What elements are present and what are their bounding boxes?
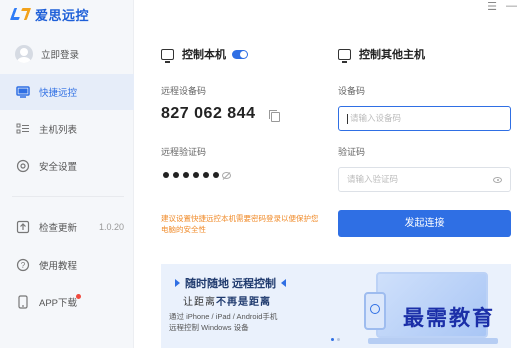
eye-slash-icon[interactable] — [222, 172, 231, 179]
sidebar-item-security[interactable]: 安全设置 — [0, 148, 134, 184]
avatar — [15, 45, 33, 63]
login-button[interactable]: 立即登录 — [0, 36, 134, 72]
sidebar-item-label: 使用教程 — [39, 261, 78, 272]
monitor-icon — [161, 48, 174, 63]
eye-icon[interactable] — [493, 177, 502, 183]
monitor-icon — [338, 48, 351, 63]
carousel-dots[interactable] — [331, 338, 340, 341]
list-icon — [15, 121, 31, 137]
remote-title: 控制其他主机 — [359, 49, 425, 61]
notification-dot — [76, 294, 81, 299]
sidebar: 爱思远控 立即登录 快捷远控 主机列表 安全设置 检查更新 1.0.20 ? 使… — [0, 0, 134, 348]
banner-title: 随时随地 远程控制 — [175, 275, 287, 291]
sidebar-item-label: 快捷远控 — [39, 88, 78, 99]
verify-code-masked — [163, 172, 219, 178]
version-label: 1.0.20 — [98, 222, 124, 232]
sidebar-item-label: 主机列表 — [39, 125, 78, 136]
copy-icon[interactable] — [269, 110, 280, 122]
watermark-text: 最需教育 — [403, 305, 495, 330]
text-caret — [347, 113, 348, 124]
menu-icon[interactable]: ☰ — [487, 0, 497, 13]
shield-icon — [15, 158, 31, 174]
minimize-icon[interactable]: — — [506, 0, 517, 13]
security-warning: 建议设置快捷远控本机需要密码登录以便保护您电脑的安全性 — [161, 214, 319, 234]
remote-panel-title: 控制其他主机 — [338, 46, 425, 63]
local-control-toggle[interactable] — [232, 49, 248, 59]
arrow-right-icon — [175, 279, 180, 287]
device-code-label: 远程设备码 — [161, 86, 207, 96]
verify-input-label: 验证码 — [338, 147, 366, 157]
sidebar-item-label: 检查更新 — [39, 223, 78, 234]
svg-text:?: ? — [21, 261, 26, 270]
banner-subtitle: 让距离不再是距离 — [183, 293, 271, 308]
banner-line2: 远程控制 Windows 设备 — [169, 323, 249, 332]
banner-subtitle-pre: 让距离 — [183, 297, 216, 308]
window-controls: ☰ — — [487, 0, 517, 13]
upload-icon — [15, 219, 31, 235]
device-code-placeholder: 请输入设备码 — [350, 113, 402, 123]
phone-illustration — [364, 292, 386, 330]
device-code-input[interactable]: 请输入设备码 — [338, 106, 511, 131]
sidebar-item-check-update[interactable]: 检查更新 1.0.20 — [0, 209, 134, 245]
sidebar-item-app-download[interactable]: APP下载 — [0, 284, 134, 320]
sidebar-item-label: 安全设置 — [39, 162, 78, 173]
app-logo: 爱思远控 — [9, 6, 90, 23]
sidebar-item-quick-remote[interactable]: 快捷远控 — [0, 74, 134, 110]
monitor-icon — [15, 84, 31, 100]
device-input-label: 设备码 — [338, 86, 366, 96]
login-label: 立即登录 — [41, 50, 80, 61]
verify-code-placeholder: 请输入验证码 — [347, 174, 399, 184]
banner-title-text: 随时随地 远程控制 — [185, 278, 277, 290]
verify-code-label: 远程验证码 — [161, 147, 207, 157]
help-icon: ? — [15, 257, 31, 273]
sidebar-item-tutorial[interactable]: ? 使用教程 — [0, 247, 134, 283]
banner-subtitle-bold: 不再是距离 — [216, 297, 271, 308]
connect-button[interactable]: 发起连接 — [338, 210, 511, 237]
sidebar-divider — [12, 196, 124, 197]
verify-code-input[interactable]: 请输入验证码 — [338, 167, 511, 192]
sidebar-item-label: APP下载 — [39, 298, 78, 309]
app-window: 爱思远控 立即登录 快捷远控 主机列表 安全设置 检查更新 1.0.20 ? 使… — [0, 0, 525, 348]
logo-text: 爱思远控 — [35, 7, 90, 23]
phone-icon — [15, 294, 31, 310]
sidebar-item-host-list[interactable]: 主机列表 — [0, 111, 134, 147]
device-code-value: 827 062 844 — [161, 105, 256, 122]
local-panel-title: 控制本机 — [161, 46, 248, 63]
arrow-left-icon — [281, 279, 287, 287]
logo-icon — [9, 7, 32, 21]
banner-line1: 通过 iPhone / iPad / Android手机 — [169, 312, 278, 321]
local-title: 控制本机 — [182, 49, 226, 61]
